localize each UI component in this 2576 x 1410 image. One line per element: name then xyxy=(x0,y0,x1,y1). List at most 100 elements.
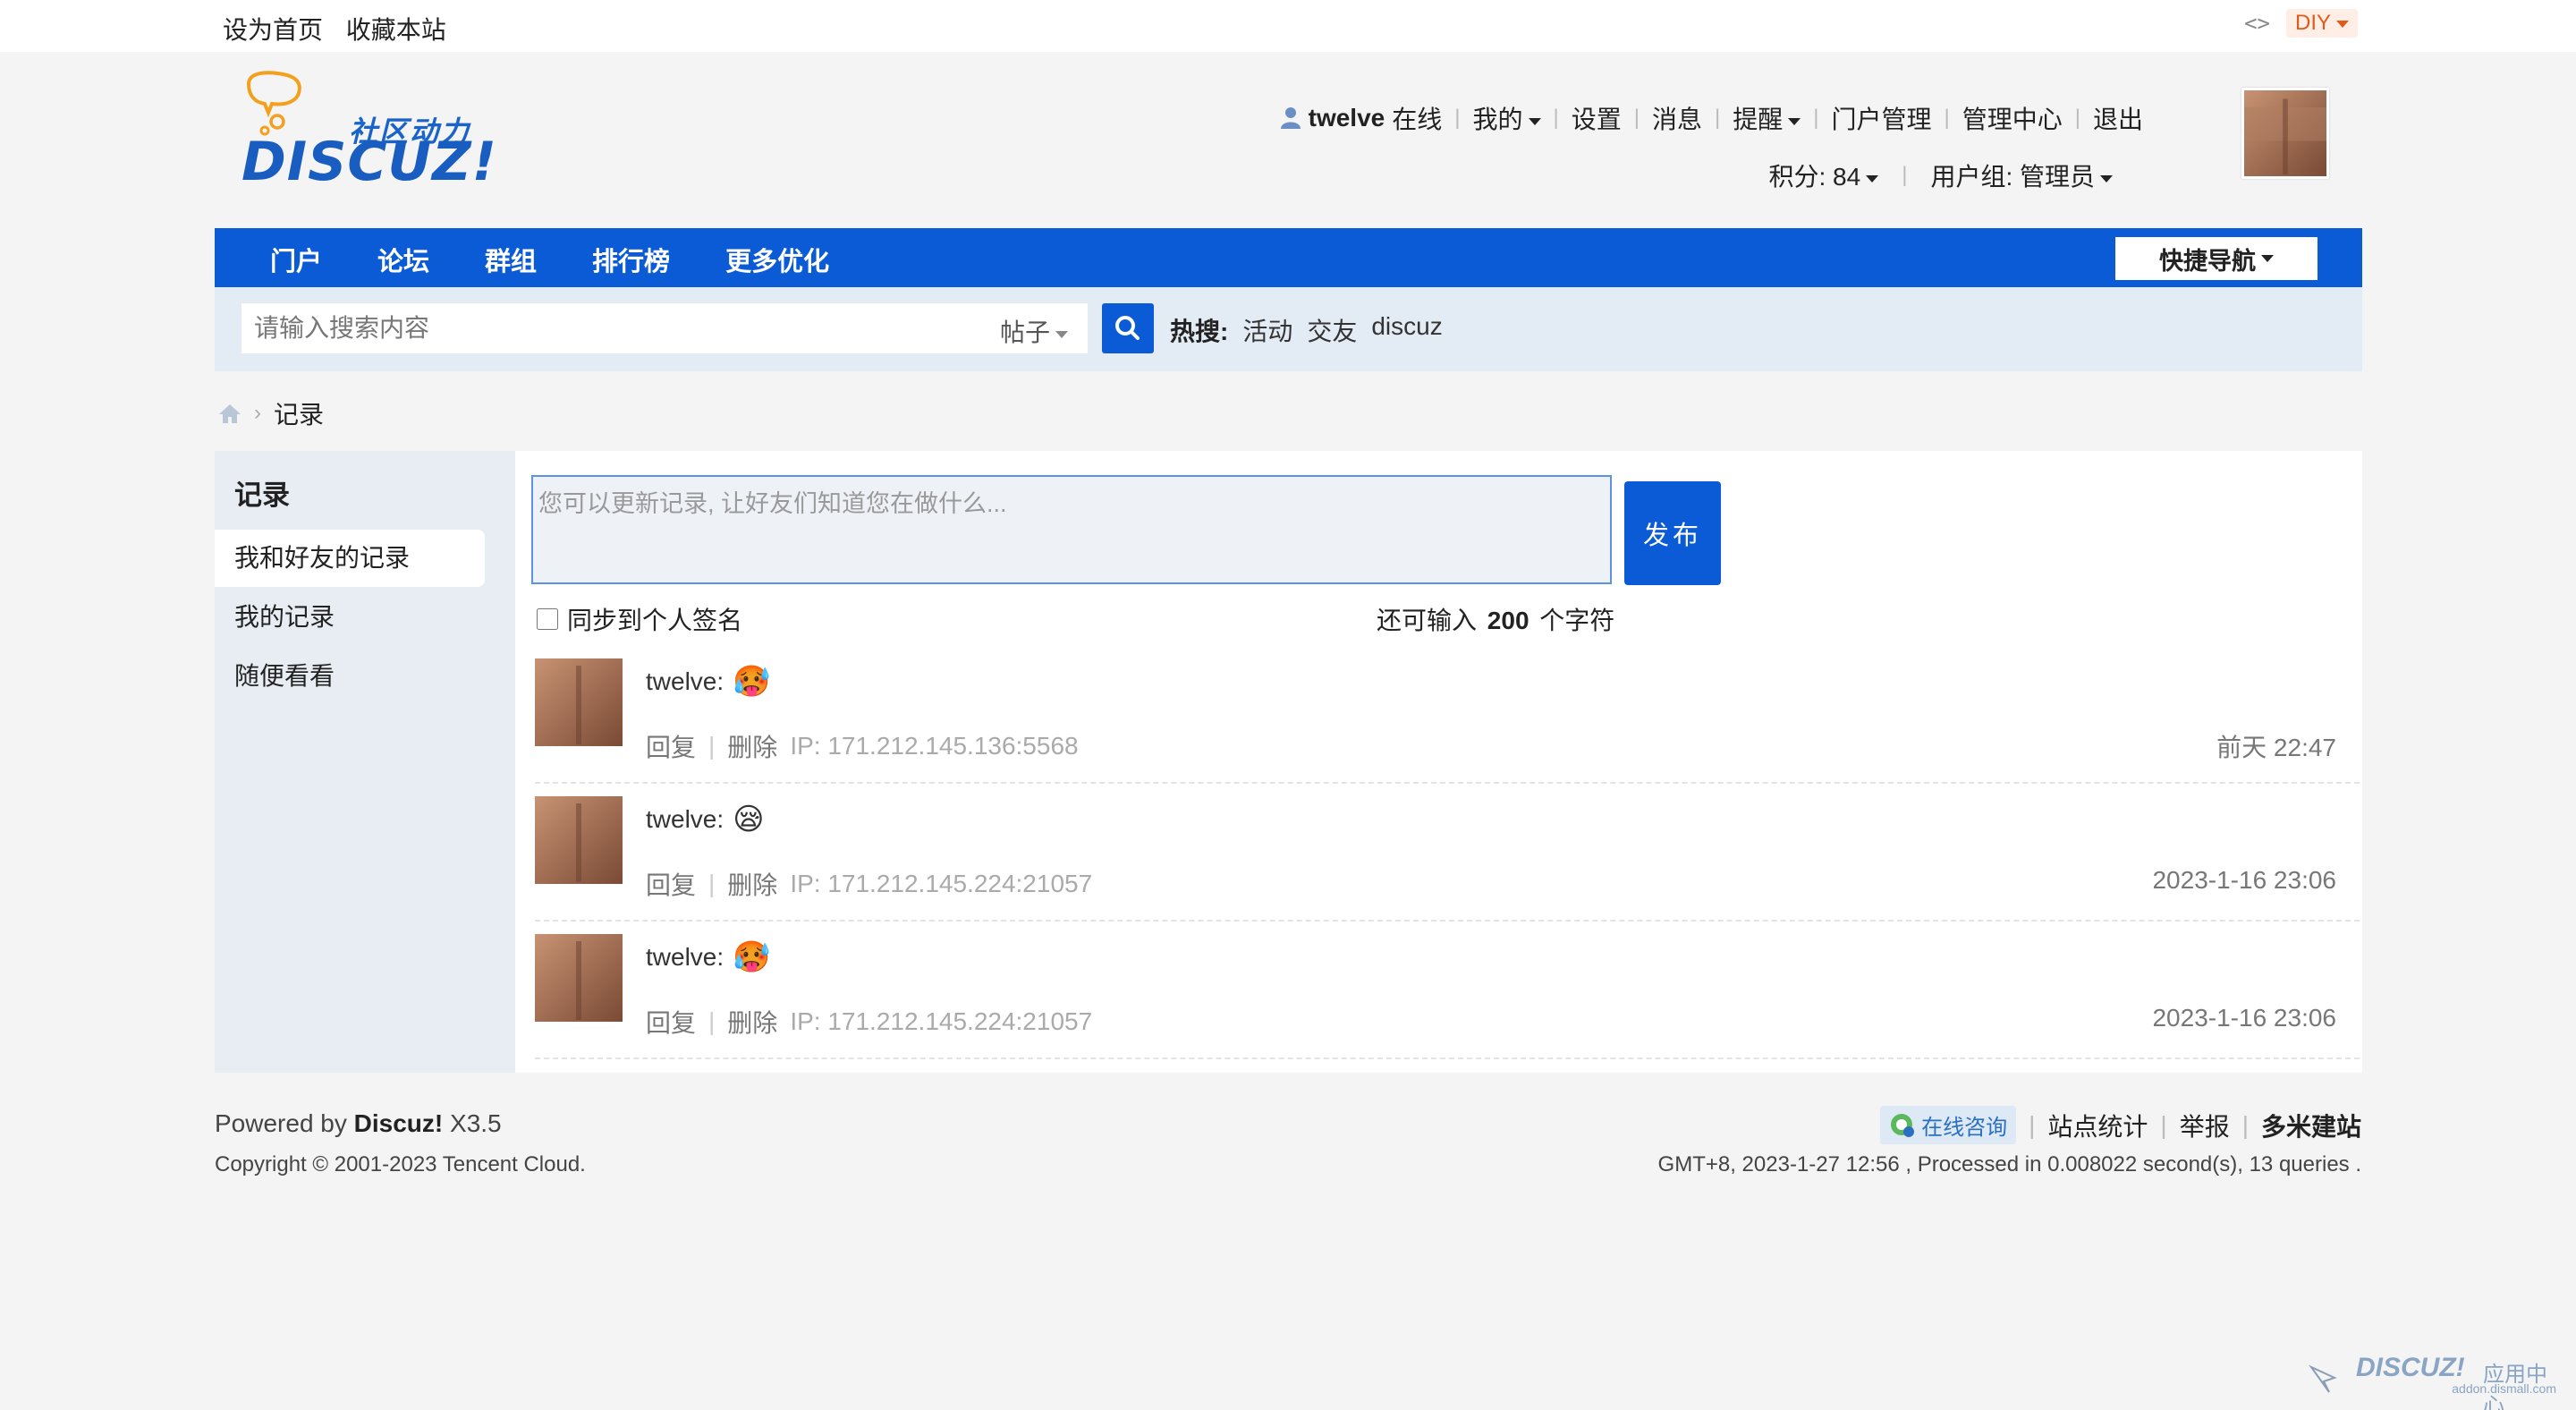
sync-signature-label: 同步到个人签名 xyxy=(567,607,743,634)
divider: | xyxy=(2029,1110,2036,1139)
divider: | xyxy=(1553,106,1559,130)
nav-ranking[interactable]: 排行榜 xyxy=(592,241,670,278)
divider: | xyxy=(2160,1110,2167,1139)
divider: | xyxy=(708,870,716,897)
record-author[interactable]: twelve: xyxy=(646,943,724,972)
search-input[interactable] xyxy=(242,303,975,353)
search-type-select[interactable]: 帖子 xyxy=(1000,313,1068,349)
status-textarea[interactable] xyxy=(531,475,1612,584)
home-icon[interactable] xyxy=(218,403,242,424)
publish-button[interactable]: 发布 xyxy=(1624,481,1721,585)
main-content: 发布 同步到个人签名 还可输入 200 个字符 twelve: 🥵 回复 | 删… xyxy=(515,451,2362,1073)
search-button[interactable] xyxy=(1102,303,1154,353)
divider: | xyxy=(1633,106,1640,130)
divider: | xyxy=(2074,106,2080,130)
site-logo[interactable]: 社区动力 DISCUZ! xyxy=(242,70,496,193)
record-item: twelve: 🥵 回复 | 删除 IP: 171.212.145.136:55… xyxy=(535,646,2360,784)
breadcrumb-separator: › xyxy=(254,401,261,425)
nav-more[interactable]: 更多优化 xyxy=(725,241,829,278)
points-label: 积分: 84 xyxy=(1768,163,1861,191)
avatar[interactable] xyxy=(2241,88,2329,179)
copyright: Copyright © 2001-2023 Tencent Cloud. xyxy=(215,1152,586,1176)
nav-groups[interactable]: 群组 xyxy=(485,241,537,278)
points-menu[interactable]: 积分: 84 xyxy=(1768,157,1879,193)
messages-link[interactable]: 消息 xyxy=(1652,100,1702,136)
delete-link[interactable]: 删除 xyxy=(727,728,777,764)
search-type-label: 帖子 xyxy=(999,319,1050,346)
user-group-menu[interactable]: 用户组: 管理员 xyxy=(1930,157,2113,193)
admin-center-link[interactable]: 管理中心 xyxy=(1962,100,2063,136)
record-item: twelve: 🥵 回复 | 删除 IP: 171.212.145.224:21… xyxy=(535,922,2360,1059)
record-ip: IP: 171.212.145.224:21057 xyxy=(790,1007,1093,1035)
logo-wordmark: DISCUZ! xyxy=(242,131,497,193)
chevron-down-icon xyxy=(1788,117,1801,125)
quick-nav-label: 快捷导航 xyxy=(2159,247,2256,275)
sidebar-title: 记录 xyxy=(234,480,290,511)
sidebar-item-my-records[interactable]: 我的记录 xyxy=(215,589,485,646)
hot-term[interactable]: 活动 xyxy=(1242,312,1292,348)
set-homepage-link[interactable]: 设为首页 xyxy=(223,16,323,44)
avatar[interactable] xyxy=(535,658,623,746)
hot-term[interactable]: 交友 xyxy=(1307,312,1357,348)
record-time: 2023-1-16 23:06 xyxy=(2152,1004,2336,1032)
sidebar-item-friends-records[interactable]: 我和好友的记录 xyxy=(215,530,485,587)
reply-link[interactable]: 回复 xyxy=(646,728,696,764)
portal-admin-link[interactable]: 门户管理 xyxy=(1831,100,1931,136)
record-author[interactable]: twelve: xyxy=(646,805,724,834)
hot-term[interactable]: discuz xyxy=(1371,312,1442,348)
search-bar: 帖子 热搜: 活动 交友 discuz xyxy=(215,287,2362,371)
user-menu: twelve 在线 | 我的 | 设置 | 消息 | 提醒 | 门户管理 | 管… xyxy=(1280,100,2143,136)
online-status: 在线 xyxy=(1392,106,1443,133)
user-group-label: 用户组: 管理员 xyxy=(1930,163,2095,191)
logout-link[interactable]: 退出 xyxy=(2093,100,2143,136)
record-time: 前天 22:47 xyxy=(2216,734,2336,761)
record-actions: 回复 | 删除 IP: 171.212.145.224:21057 xyxy=(646,866,1092,902)
powered-brand-link[interactable]: Discuz! xyxy=(354,1109,444,1137)
record-actions: 回复 | 删除 IP: 171.212.145.224:21057 xyxy=(646,1004,1092,1040)
nav-portal[interactable]: 门户 xyxy=(270,241,322,278)
footer-links: 在线咨询 | 站点统计 | 举报 | 多米建站 xyxy=(1880,1106,2361,1144)
breadcrumb: › 记录 xyxy=(218,395,324,431)
divider: | xyxy=(1813,106,1819,130)
sync-signature-checkbox[interactable] xyxy=(537,608,558,630)
bookmark-site-link[interactable]: 收藏本站 xyxy=(346,16,446,44)
chevron-down-icon xyxy=(2336,20,2349,28)
diy-button[interactable]: DIY xyxy=(2285,9,2358,38)
reminders-menu[interactable]: 提醒 xyxy=(1733,100,1801,136)
remain-suffix: 个字符 xyxy=(1539,607,1615,634)
record-header: twelve: 😪 xyxy=(646,802,765,837)
record-author[interactable]: twelve: xyxy=(646,667,724,696)
settings-link[interactable]: 设置 xyxy=(1572,100,1622,136)
remain-count: 200 xyxy=(1487,607,1530,634)
user-stats: 积分: 84 | 用户组: 管理员 xyxy=(1768,157,2113,193)
watermark-brand: DISCUZ! xyxy=(2356,1353,2465,1382)
avatar[interactable] xyxy=(535,934,623,1022)
delete-link[interactable]: 删除 xyxy=(727,1004,777,1040)
quick-nav-button[interactable]: 快捷导航 xyxy=(2115,237,2318,280)
divider: | xyxy=(708,1007,716,1035)
sidebar-item-browse[interactable]: 随便看看 xyxy=(215,648,485,705)
top-links: 设为首页 收藏本站 xyxy=(223,11,462,47)
username-link[interactable]: twelve xyxy=(1309,104,1385,132)
chevron-down-icon xyxy=(1528,117,1541,125)
site-stats-link[interactable]: 站点统计 xyxy=(2047,1108,2148,1143)
record-ip: IP: 171.212.145.224:21057 xyxy=(790,870,1093,897)
avatar[interactable] xyxy=(535,796,623,884)
online-consult-button[interactable]: 在线咨询 xyxy=(1880,1106,2017,1144)
reply-link[interactable]: 回复 xyxy=(646,1004,696,1040)
sync-signature-option[interactable]: 同步到个人签名 xyxy=(537,601,742,637)
report-link[interactable]: 举报 xyxy=(2180,1108,2230,1143)
divider: | xyxy=(2241,1110,2249,1139)
nav-items: 门户 论坛 群组 排行榜 更多优化 xyxy=(270,241,829,278)
nav-forum[interactable]: 论坛 xyxy=(377,241,429,278)
breadcrumb-current: 记录 xyxy=(274,401,325,429)
divider: | xyxy=(708,732,716,760)
reply-link[interactable]: 回复 xyxy=(646,866,696,902)
my-menu[interactable]: 我的 xyxy=(1472,100,1541,136)
delete-link[interactable]: 删除 xyxy=(727,866,777,902)
watermark-domain: addon.dismall.com xyxy=(2452,1381,2556,1396)
divider: | xyxy=(1944,106,1950,130)
site-builder-link[interactable]: 多米建站 xyxy=(2261,1108,2361,1143)
code-icon[interactable]: <> xyxy=(2244,11,2270,36)
powered-version: X3.5 xyxy=(450,1109,502,1137)
